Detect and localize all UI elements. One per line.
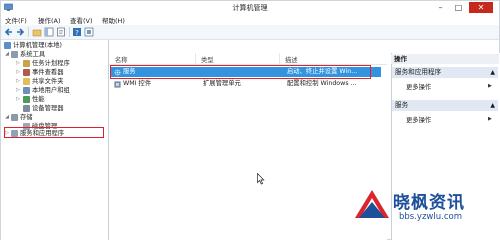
actions-title: 操作 [391,54,499,64]
tree-item-local-users-groups[interactable]: 本地用户和组 [23,86,70,95]
wmi-icon [114,80,121,88]
watermark-logo-icon [355,190,389,218]
tools-icon [11,50,18,58]
mouse-cursor-icon [257,173,265,185]
list-item-description: 配置和控制 Windows ... [287,80,357,87]
expand-task-scheduler-icon[interactable]: ▷ [15,59,21,68]
list-item-wmi-control[interactable]: WMI 控件 扩展管理单元 配置和控制 Windows ... [111,79,381,89]
back-arrow-icon[interactable] [4,27,14,37]
more-actions-link[interactable]: 更多操作 [406,82,431,91]
tree-item-device-manager[interactable]: 设备管理器 [23,104,63,113]
properties-icon[interactable] [84,27,94,37]
expand-event-viewer-icon[interactable]: ▷ [15,68,21,77]
submenu-arrow-icon: ▶ [488,116,492,122]
list-item-name: WMI 控件 [123,80,152,87]
menu-file[interactable]: 文件(F) [5,15,27,25]
window-title: 计算机管理 [232,4,268,12]
highlight-box-services-row [110,65,371,79]
actions-section-services-and-applications[interactable]: 服务和应用程序 ▲ [392,67,498,78]
collapse-system-tools-icon[interactable]: ◢ [4,50,10,59]
column-header-type[interactable]: 类型 [201,55,214,64]
title-bar: 计算机管理 – □ ✕ [1,1,499,14]
expand-performance-icon[interactable]: ▷ [15,95,21,104]
tree-item-computer-management[interactable]: 计算机管理(本地) [4,41,62,50]
list-header: 名称 类型 描述 [109,53,387,65]
actions-section-services[interactable]: 服务 ▲ [392,100,498,111]
tree-item-event-viewer[interactable]: 事件查看器 [23,68,63,77]
column-header-description[interactable]: 描述 [285,55,298,64]
close-button[interactable]: ✕ [469,2,493,13]
menu-help[interactable]: 帮助(H) [102,15,125,25]
highlight-box-services-and-applications [4,127,104,138]
tree-item-storage[interactable]: 存储 [11,113,33,122]
tree-item-shared-folders[interactable]: 共享文件夹 [23,77,63,86]
tree-item-task-scheduler[interactable]: 任务计划程序 [23,59,70,68]
forward-arrow-icon[interactable] [15,27,25,37]
menu-view[interactable]: 查看(V) [70,15,93,25]
shared-folder-icon [23,77,30,85]
up-folder-icon[interactable] [32,27,42,37]
watermark-url: bbs.yzwlu.com [399,212,462,222]
performance-icon [23,95,30,103]
maximize-button[interactable]: □ [450,2,467,13]
help-icon[interactable]: ? [72,27,82,37]
expand-local-users-icon[interactable]: ▷ [15,86,21,95]
menu-action[interactable]: 操作(A) [38,15,61,25]
show-hide-tree-icon[interactable] [44,27,54,37]
minimize-button[interactable]: – [432,2,449,13]
tree-item-performance[interactable]: 性能 [23,95,45,104]
storage-icon [11,113,18,121]
export-list-icon[interactable] [56,27,66,37]
list-item-type: 扩展管理单元 [203,80,241,87]
clock-icon [23,59,30,67]
toolbar: ? [1,25,499,40]
device-manager-icon [23,104,30,112]
watermark-title: 晓枫资讯 [393,193,465,213]
svg-text:?: ? [75,29,79,37]
computer-management-window: 计算机管理 – □ ✕ 文件(F) 操作(A) 查看(V) 帮助(H) ? 计算… [0,0,500,240]
menu-bar: 文件(F) 操作(A) 查看(V) 帮助(H) [1,14,499,25]
collapse-storage-icon[interactable]: ◢ [4,113,10,122]
column-header-name[interactable]: 名称 [115,55,128,64]
event-log-icon [23,68,30,76]
collapse-arrow-icon[interactable]: ▲ [490,100,495,111]
submenu-arrow-icon: ▶ [488,83,492,89]
computer-icon [4,41,11,49]
more-actions-link[interactable]: 更多操作 [406,115,431,124]
users-icon [23,86,30,94]
collapse-arrow-icon[interactable]: ▲ [490,67,495,78]
tree-item-system-tools[interactable]: 系统工具 [11,50,45,59]
expand-shared-folders-icon[interactable]: ▷ [15,77,21,86]
